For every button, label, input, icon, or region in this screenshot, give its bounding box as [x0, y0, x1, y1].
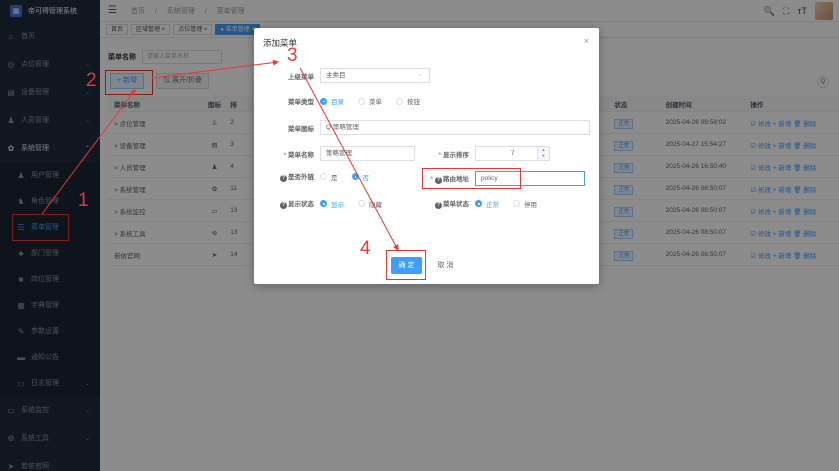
annotation-arrows [41, 59, 399, 251]
annotation-number-3: 3 [287, 45, 298, 66]
annotation-number-2: 2 [86, 70, 97, 91]
arrow-2-to-3 [151, 59, 279, 79]
arrow-3-to-4 [299, 67, 399, 251]
annotation-number-4: 4 [360, 238, 371, 259]
annotation-number-1: 1 [78, 190, 89, 211]
